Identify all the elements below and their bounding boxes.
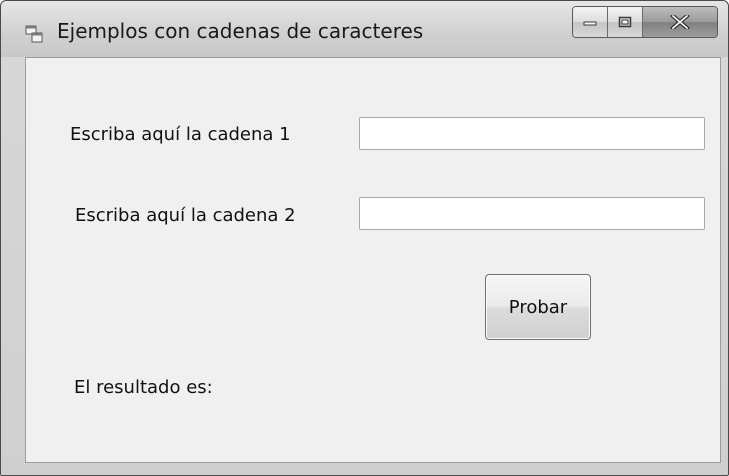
cadena-2-input[interactable] <box>359 197 705 230</box>
window-title: Ejemplos con cadenas de caracteres <box>57 19 424 43</box>
close-icon <box>670 15 690 29</box>
probar-button[interactable]: Probar <box>485 274 591 340</box>
cadena-1-label: Escriba aquí la cadena 1 <box>70 124 291 145</box>
maximize-button[interactable] <box>608 7 643 37</box>
cadena-2-label: Escriba aquí la cadena 2 <box>75 205 296 226</box>
form-client-area: Escriba aquí la cadena 1 Escriba aquí la… <box>25 57 721 463</box>
cadena-1-input[interactable] <box>359 117 705 150</box>
title-bar[interactable]: Ejemplos con cadenas de caracteres <box>1 1 728 57</box>
app-window: Ejemplos con cadenas de caracteres Escri… <box>0 0 729 476</box>
application-window-icon <box>25 25 43 43</box>
maximize-icon <box>618 16 632 28</box>
minimize-icon <box>583 21 597 26</box>
window-controls <box>572 6 718 38</box>
result-label: El resultado es: <box>74 377 213 398</box>
close-button[interactable] <box>643 7 717 37</box>
minimize-button[interactable] <box>573 7 608 37</box>
